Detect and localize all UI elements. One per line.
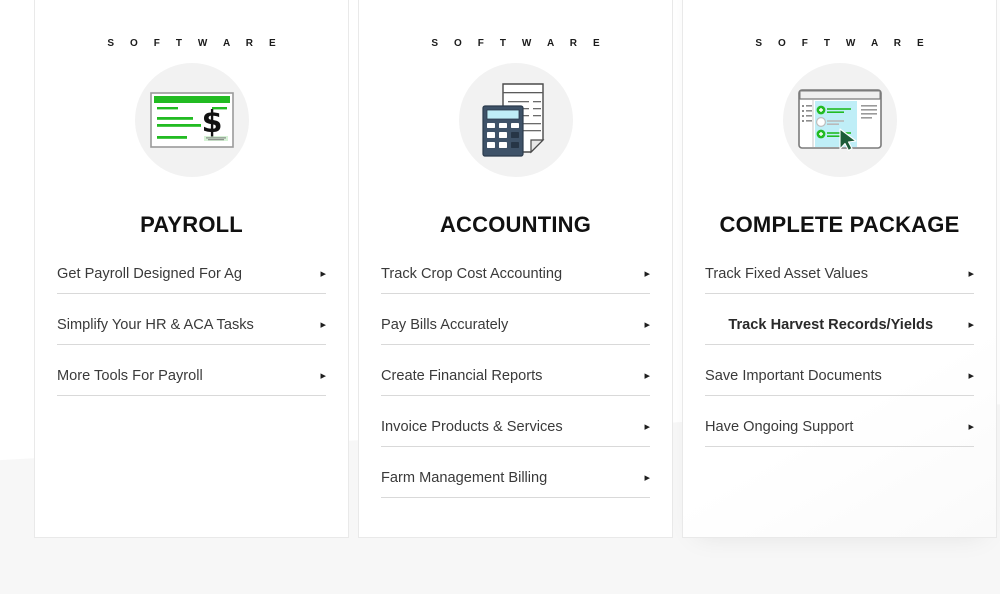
chevron-right-icon: ▸ <box>968 421 974 433</box>
list-item-label: Track Harvest Records/Yields <box>728 317 934 333</box>
chevron-right-icon: ▸ <box>644 319 650 331</box>
list-item[interactable]: Have Ongoing Support ▸ <box>705 413 974 447</box>
svg-text:$: $ <box>201 105 222 140</box>
chevron-right-icon: ▸ <box>644 472 650 484</box>
chevron-right-icon: ▸ <box>644 370 650 382</box>
software-card-row: S O F T W A R E $ PAYROLL Get Payroll De… <box>34 0 1000 538</box>
list-item-label: Have Ongoing Support <box>705 419 854 435</box>
check-payroll-icon: $ <box>149 92 234 148</box>
chevron-right-icon: ▸ <box>320 319 326 331</box>
software-card-complete-package[interactable]: S O F T W A R E COMPLETE PACKAGE Track F… <box>682 0 997 538</box>
chevron-right-icon: ▸ <box>968 268 974 280</box>
list-item[interactable]: Simplify Your HR & ACA Tasks ▸ <box>57 311 326 345</box>
list-item[interactable]: Track Fixed Asset Values ▸ <box>705 260 974 294</box>
list-item[interactable]: Get Payroll Designed For Ag ▸ <box>57 260 326 294</box>
icon-circle <box>782 63 897 177</box>
page-root: S O F T W A R E $ PAYROLL Get Payroll De… <box>0 0 1000 594</box>
card-title: COMPLETE PACKAGE <box>719 212 960 237</box>
list-item[interactable]: Pay Bills Accurately ▸ <box>381 311 650 345</box>
card-eyebrow: S O F T W A R E <box>107 38 283 49</box>
chevron-right-icon: ▸ <box>644 268 650 280</box>
list-item-label: Save Important Documents <box>705 368 882 384</box>
card-eyebrow: S O F T W A R E <box>431 38 607 49</box>
list-item-label: Pay Bills Accurately <box>381 317 509 333</box>
list-item-label: More Tools For Payroll <box>57 368 203 384</box>
card-title: ACCOUNTING <box>439 212 592 237</box>
chevron-right-icon: ▸ <box>968 370 974 382</box>
card-eyebrow: S O F T W A R E <box>755 38 931 49</box>
list-item-label: Track Fixed Asset Values <box>705 266 869 282</box>
list-item-label: Simplify Your HR & ACA Tasks <box>57 317 254 333</box>
software-window-checklist-icon <box>797 89 882 151</box>
list-item-label: Farm Management Billing <box>381 470 548 486</box>
list-item-label: Create Financial Reports <box>381 368 543 384</box>
chevron-right-icon: ▸ <box>968 319 974 331</box>
list-item-label: Get Payroll Designed For Ag <box>57 266 242 282</box>
icon-circle <box>458 63 573 177</box>
list-item[interactable]: Save Important Documents ▸ <box>705 362 974 396</box>
software-card-accounting[interactable]: S O F T W A R E ACCOUNTING Track Crop Co… <box>358 0 673 538</box>
list-item[interactable]: More Tools For Payroll ▸ <box>57 362 326 396</box>
card-link-list: Get Payroll Designed For Ag ▸ Simplify Y… <box>57 260 326 396</box>
software-card-payroll[interactable]: S O F T W A R E $ PAYROLL Get Payroll De… <box>34 0 349 538</box>
card-link-list: Track Fixed Asset Values ▸ Track Harvest… <box>705 260 974 447</box>
card-link-list: Track Crop Cost Accounting ▸ Pay Bills A… <box>381 260 650 498</box>
icon-circle: $ <box>134 63 249 177</box>
list-item[interactable]: Farm Management Billing ▸ <box>381 464 650 498</box>
list-item-label: Invoice Products & Services <box>381 419 563 435</box>
list-item[interactable]: Create Financial Reports ▸ <box>381 362 650 396</box>
chevron-right-icon: ▸ <box>644 421 650 433</box>
card-title: PAYROLL <box>140 212 243 237</box>
list-item[interactable]: Track Harvest Records/Yields ▸ <box>705 311 974 345</box>
list-item[interactable]: Track Crop Cost Accounting ▸ <box>381 260 650 294</box>
calculator-document-icon <box>481 82 551 158</box>
list-item[interactable]: Invoice Products & Services ▸ <box>381 413 650 447</box>
chevron-right-icon: ▸ <box>320 370 326 382</box>
list-item-label: Track Crop Cost Accounting <box>381 266 563 282</box>
chevron-right-icon: ▸ <box>320 268 326 280</box>
